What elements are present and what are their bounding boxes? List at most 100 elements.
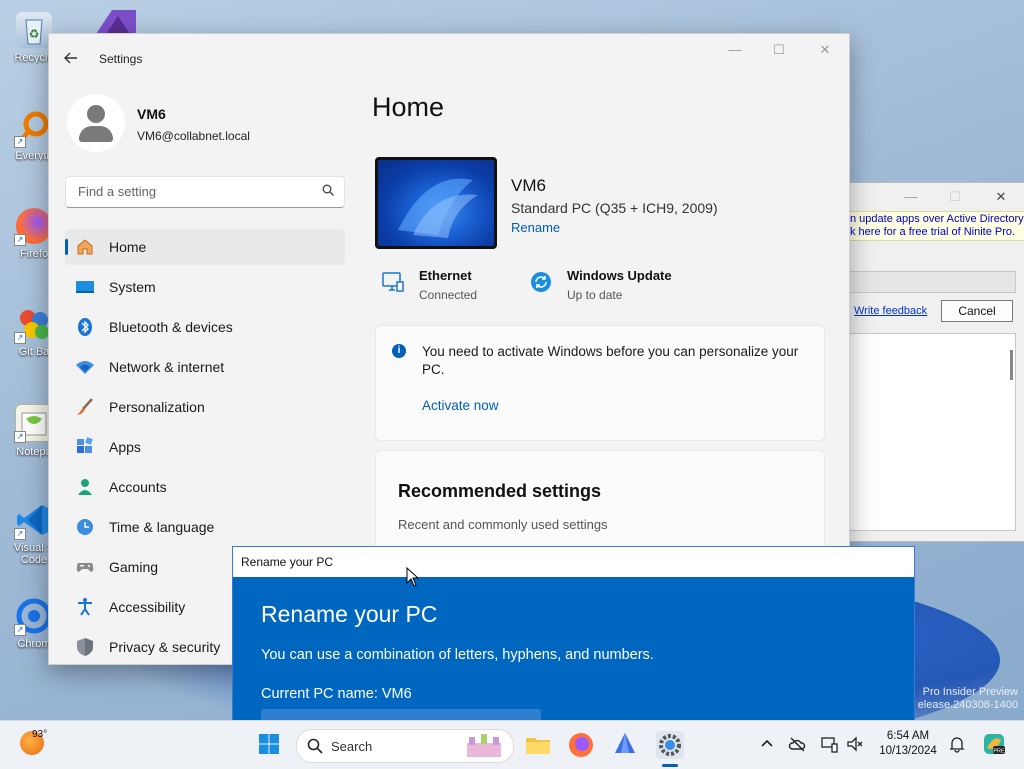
shield-icon — [77, 638, 93, 656]
ninite-minimize-button[interactable]: — — [893, 189, 929, 204]
rename-dialog-bar-title: Rename your PC — [241, 555, 334, 569]
nav-item-accounts[interactable]: Accounts — [65, 469, 345, 505]
sailboat-app-icon[interactable] — [611, 731, 639, 759]
user-profile[interactable]: VM6 VM6@collabnet.local — [67, 94, 357, 164]
firefox-taskbar-icon[interactable] — [567, 731, 595, 759]
write-feedback-link[interactable]: Write feedback — [854, 305, 927, 317]
weather-temperature: 93° — [32, 729, 48, 740]
back-button[interactable] — [63, 50, 83, 68]
search-highlight-castle-icon — [467, 734, 501, 757]
nav-label: Personalization — [109, 399, 205, 415]
recycle-bin-icon: ♻ — [16, 12, 52, 48]
ethernet-status-text: Connected — [419, 288, 478, 302]
nav-item-apps[interactable]: Apps — [65, 429, 345, 465]
rename-dialog-heading: Rename your PC — [261, 601, 438, 627]
ethernet-title: Ethernet — [419, 268, 472, 283]
current-pc-name: Current PC name: VM6 — [261, 686, 412, 702]
windows-update-status-text: Up to date — [567, 288, 623, 302]
settings-taskbar-icon[interactable] — [656, 731, 684, 759]
ninite-window: — ☐ ✕ n update apps over Active Director… — [848, 182, 1024, 542]
svg-text:♻: ♻ — [29, 27, 40, 41]
minimize-button[interactable]: — — [715, 42, 755, 62]
search-box[interactable] — [65, 176, 345, 208]
chevron-up-icon[interactable] — [758, 735, 776, 753]
ninite-banner-line-2: k here for a free trial of Ninite Pro. — [850, 226, 1016, 238]
ninite-maximize-button[interactable]: ☐ — [937, 189, 973, 205]
windows-bloom-icon — [398, 178, 478, 238]
apps-icon — [77, 437, 93, 453]
ninite-banner-line-1: n update apps over Active Directory. — [850, 213, 1024, 225]
activation-message: You need to activate Windows before you … — [422, 344, 799, 377]
activate-now-link[interactable]: Activate now — [422, 398, 499, 413]
nav-label: Home — [109, 239, 147, 255]
search-icon — [322, 184, 334, 196]
info-icon: i — [392, 344, 406, 358]
wifi-icon — [76, 361, 94, 374]
close-button[interactable]: ✕ — [805, 42, 845, 62]
shortcut-arrow-icon: ↗ — [14, 234, 26, 246]
settings-titlebar[interactable]: Settings — ☐ ✕ — [49, 34, 849, 82]
speaker-muted-icon[interactable] — [846, 735, 864, 753]
home-icon — [77, 239, 93, 255]
system-icon — [76, 281, 94, 293]
copilot-pre-icon[interactable]: PRE — [982, 732, 1006, 756]
shortcut-arrow-icon: ↗ — [14, 136, 26, 148]
ninite-log-list[interactable] — [849, 333, 1016, 531]
rename-link[interactable]: Rename — [511, 220, 560, 235]
ninite-scrollbar-thumb[interactable] — [1010, 350, 1013, 380]
firefox-icon: ↗ — [14, 208, 52, 246]
rename-dialog-titlebar[interactable]: Rename your PC — [233, 547, 914, 577]
ninite-close-button[interactable]: ✕ — [983, 189, 1019, 205]
gamepad-icon — [76, 563, 94, 572]
nav-item-time-language[interactable]: Time & language — [65, 509, 345, 545]
rename-pc-dialog: Rename your PC Rename your PC You can us… — [232, 546, 915, 724]
nav-label: Time & language — [109, 519, 215, 535]
nav-item-system[interactable]: System — [65, 269, 345, 305]
avatar — [67, 94, 125, 152]
clock-time: 6:54 AM — [886, 730, 930, 742]
nav-label: Accessibility — [109, 599, 186, 615]
chrome-icon: ↗ — [14, 598, 52, 636]
clock-date: 10/13/2024 — [879, 745, 937, 757]
file-explorer-icon[interactable] — [524, 731, 552, 759]
taskbar-clock[interactable]: 6:54 AM 10/13/2024 — [872, 729, 944, 759]
ninite-progress-bar — [849, 271, 1016, 293]
page-title: Home — [372, 92, 445, 122]
nav-item-network[interactable]: Network & internet — [65, 349, 345, 385]
window-title: Settings — [99, 52, 143, 66]
start-button[interactable] — [258, 733, 280, 755]
ethernet-status[interactable]: Ethernet Connected — [381, 266, 511, 306]
ethernet-icon — [382, 272, 404, 292]
shortcut-arrow-icon: ↗ — [14, 528, 26, 540]
maximize-button[interactable]: ☐ — [759, 42, 799, 62]
nav-item-home[interactable]: Home — [65, 229, 345, 265]
ninite-pro-banner[interactable]: n update apps over Active Directory. k h… — [849, 211, 1024, 241]
profile-email: VM6@collabnet.local — [137, 129, 250, 143]
windows-update-status[interactable]: Windows Update Up to date — [529, 266, 689, 306]
nav-item-personalization[interactable]: Personalization — [65, 389, 345, 425]
search-icon — [307, 738, 323, 754]
find-setting-input[interactable] — [76, 183, 310, 200]
notification-bell-icon[interactable] — [948, 735, 966, 753]
activation-card: i You need to activate Windows before yo… — [375, 325, 825, 441]
nav-label: Privacy & security — [109, 639, 221, 655]
network-monitor-icon[interactable] — [820, 735, 838, 753]
git-bash-icon: ↗ — [14, 306, 52, 344]
desktop-icon-visual-studio[interactable] — [92, 6, 142, 36]
nav-label: Network & internet — [109, 359, 225, 375]
ninite-cancel-button[interactable]: Cancel — [941, 300, 1013, 322]
taskbar-search-label: Search — [331, 739, 373, 754]
profile-name: VM6 — [137, 106, 166, 122]
insider-watermark: Pro Insider Preview elease.240308-1400 — [918, 686, 1018, 711]
cloud-sync-icon[interactable] — [788, 735, 806, 753]
windows-update-title: Windows Update — [567, 268, 672, 283]
device-name: VM6 — [511, 176, 546, 195]
recommended-title: Recommended settings — [398, 481, 602, 501]
windows-update-icon — [531, 272, 551, 292]
svg-text:PRE: PRE — [993, 749, 1005, 755]
nav-label: Accounts — [109, 479, 167, 495]
nav-label: Bluetooth & devices — [109, 319, 233, 335]
taskbar-search[interactable]: Search — [296, 729, 514, 763]
arrow-left-icon — [64, 52, 77, 64]
nav-item-bluetooth[interactable]: Bluetooth & devices — [65, 309, 345, 345]
